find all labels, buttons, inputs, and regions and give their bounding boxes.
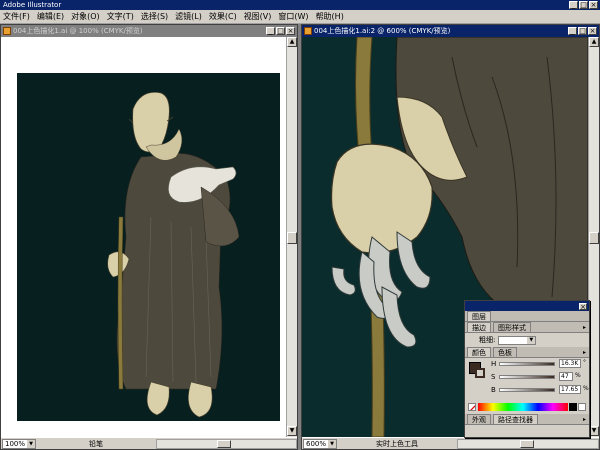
menubar: 文件(F) 编辑(E) 对象(O) 文字(T) 选择(S) 滤镜(L) 效果(C… [0,10,600,24]
palette-close-button[interactable]: × [579,302,587,310]
panel-menu-icon[interactable]: ▸ [583,324,586,331]
tab-graphic-styles[interactable]: 图形样式 [493,322,531,332]
scroll-up-arrow-icon[interactable]: ▲ [287,37,297,47]
tab-swatches[interactable]: 色板 [493,347,517,357]
menu-select[interactable]: 选择(S) [138,11,172,22]
statusbar-right: 600% ▼ 实时上色工具 [302,437,599,449]
b-slider[interactable] [499,388,555,392]
tab-stroke[interactable]: 描边 [467,322,491,332]
hscroll-thumb-left[interactable] [217,439,231,448]
document-title-left: 004上色描化1.ai @ 100% (CMYK/预览) [13,27,143,35]
canvas-left[interactable] [1,37,286,437]
maximize-button[interactable]: □ [579,1,588,9]
color-tabrow: 颜色 色板 ▸ [465,347,589,358]
white-swatch[interactable] [578,403,586,411]
doc-left-minimize-button[interactable]: _ [266,27,275,35]
h-degree: ° [583,359,586,366]
document-icon [3,27,11,35]
menu-window[interactable]: 窗口(W) [275,11,312,22]
zoom-value-right: 600% [306,439,327,448]
artwork-left [17,73,280,421]
app-titlebar: Adobe Illustrator _ □ × [0,0,600,10]
vertical-scrollbar-left[interactable]: ▲ ▼ [286,37,297,437]
floating-palette[interactable]: × 图层 描边 图形样式 ▸ 粗细: ▼ 颜色 色板 ▸ H 16.3K ° S… [464,300,590,438]
s-percent: % [575,372,581,379]
appearance-tabrow: 外观 路径查找器 ▸ [465,414,589,425]
menu-file[interactable]: 文件(F) [0,11,34,22]
app-title: Adobe Illustrator [3,1,62,9]
document-titlebar-left[interactable]: 004上色描化1.ai @ 100% (CMYK/预览) _ □ × [1,25,297,37]
zoom-value-left: 100% [5,439,26,448]
doc-right-close-button[interactable]: × [588,27,597,35]
layers-tabrow: 图层 [465,311,589,322]
doc-right-maximize-button[interactable]: □ [578,27,587,35]
palette-titlebar[interactable]: × [465,301,589,311]
spectrum-row [465,402,589,412]
menu-type[interactable]: 文字(T) [104,11,138,22]
menu-help[interactable]: 帮助(H) [313,11,348,22]
s-input[interactable]: 47 [559,372,573,381]
weight-dropdown-icon[interactable]: ▼ [527,336,536,344]
dropdown-arrow-icon[interactable]: ▼ [328,439,336,448]
staff-shape [117,216,124,390]
menu-filter[interactable]: 滤镜(L) [172,11,206,22]
menu-object[interactable]: 对象(O) [68,11,104,22]
h-input[interactable]: 16.3K [559,359,581,368]
s-label: S [491,373,496,381]
hscroll-thumb-right[interactable] [520,439,534,448]
h-label: H [491,360,497,368]
b-label: B [491,386,496,394]
color-controls: H 16.3K ° S 47 % B 17.65 % [465,358,589,402]
document-title-right: 004上色描化1.ai:2 @ 600% (CMYK/预览) [314,27,451,35]
tab-color[interactable]: 颜色 [467,347,491,357]
color-spectrum-bar[interactable] [478,403,568,411]
status-text-right: 实时上色工具 [376,439,418,448]
doc-left-maximize-button[interactable]: □ [276,27,285,35]
stroke-swatch[interactable] [475,368,485,378]
document-icon [304,27,312,35]
doc-left-close-button[interactable]: × [286,27,295,35]
statusbar-left: 100% ▼ 铅笔 [1,437,297,449]
scroll-thumb[interactable] [589,232,599,244]
stroke-weight-row: 粗细: ▼ [465,333,589,347]
weight-label: 粗细: [479,336,496,344]
menu-effect[interactable]: 效果(C) [206,11,241,22]
menu-edit[interactable]: 编辑(E) [34,11,68,22]
scroll-down-arrow-icon[interactable]: ▼ [287,426,297,436]
close-button[interactable]: × [589,1,598,9]
panel-menu-icon[interactable]: ▸ [583,349,586,356]
tab-appearance[interactable]: 外观 [467,414,491,424]
tab-pathfinder[interactable]: 路径查找器 [493,414,538,424]
horizontal-scrollbar-left[interactable] [156,438,297,449]
h-slider[interactable] [499,362,555,366]
b-input[interactable]: 17.65 [559,385,581,394]
zoom-field-right[interactable]: 600% ▼ [303,438,337,449]
none-swatch-icon[interactable] [468,403,476,411]
stroke-tabrow: 描边 图形样式 ▸ [465,322,589,333]
scroll-up-arrow-icon[interactable]: ▲ [589,37,599,47]
scroll-thumb[interactable] [287,232,297,244]
menu-view[interactable]: 视图(V) [241,11,276,22]
tab-layers[interactable]: 图层 [467,311,491,321]
zoom-field-left[interactable]: 100% ▼ [2,438,36,449]
panel-menu-icon[interactable]: ▸ [583,416,586,423]
dropdown-arrow-icon[interactable]: ▼ [27,439,35,448]
status-text-left: 铅笔 [89,439,103,448]
horizontal-scrollbar-right[interactable] [457,438,599,449]
weight-input[interactable]: ▼ [498,335,537,345]
doc-right-minimize-button[interactable]: _ [568,27,577,35]
scroll-down-arrow-icon[interactable]: ▼ [589,426,599,436]
document-window-left[interactable]: 004上色描化1.ai @ 100% (CMYK/预览) _ □ × ▲ ▼ 1… [0,24,298,450]
black-swatch[interactable] [569,403,577,411]
document-titlebar-right[interactable]: 004上色描化1.ai:2 @ 600% (CMYK/预览) _ □ × [302,25,599,37]
minimize-button[interactable]: _ [569,1,578,9]
s-slider[interactable] [499,375,555,379]
b-percent: % [583,385,589,392]
